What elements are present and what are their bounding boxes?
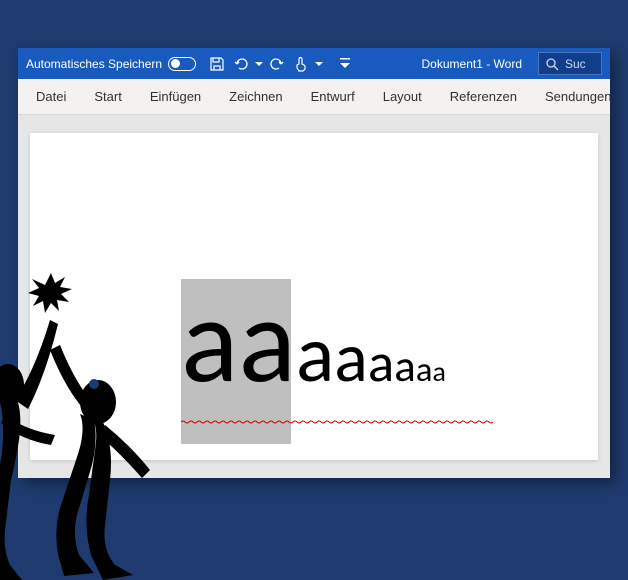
- tab-layout[interactable]: Layout: [369, 79, 436, 114]
- autosave-label: Automatisches Speichern: [26, 57, 162, 71]
- save-icon[interactable]: [206, 53, 228, 75]
- letter: a: [181, 281, 238, 401]
- autosave-toggle[interactable]: Automatisches Speichern: [26, 57, 196, 71]
- ribbon-tabs: Datei Start Einfügen Zeichnen Entwurf La…: [18, 79, 610, 115]
- customize-qat-icon[interactable]: [334, 53, 356, 75]
- quick-access-toolbar: [206, 53, 356, 75]
- word-window: Automatisches Speichern: [18, 48, 610, 478]
- touch-mode-icon[interactable]: [290, 53, 312, 75]
- letter: a: [238, 281, 295, 401]
- undo-dropdown-icon[interactable]: [254, 60, 264, 68]
- tab-sendungen[interactable]: Sendungen: [531, 79, 626, 114]
- letter: a: [394, 344, 416, 389]
- tab-zeichnen[interactable]: Zeichnen: [215, 79, 296, 114]
- search-box[interactable]: Suc: [538, 52, 602, 75]
- titlebar: Automatisches Speichern: [18, 48, 610, 79]
- letter: a: [416, 353, 433, 388]
- letter: a: [296, 315, 334, 395]
- letter: a: [433, 358, 446, 386]
- search-placeholder: Suc: [565, 57, 586, 71]
- tab-start[interactable]: Start: [80, 79, 135, 114]
- document-title: Dokument1 - Word: [422, 57, 522, 71]
- tab-einfuegen[interactable]: Einfügen: [136, 79, 215, 114]
- letter: a: [334, 322, 368, 392]
- letter: a: [368, 335, 394, 390]
- page[interactable]: aaaaaaaa: [30, 133, 598, 460]
- text-content[interactable]: aaaaaaaa: [181, 281, 446, 401]
- touch-dropdown-icon[interactable]: [314, 60, 324, 68]
- search-icon: [545, 57, 559, 71]
- undo-icon[interactable]: [230, 53, 252, 75]
- toggle-switch[interactable]: [168, 57, 196, 71]
- tab-entwurf[interactable]: Entwurf: [297, 79, 369, 114]
- document-viewport: aaaaaaaa: [18, 115, 610, 478]
- redo-icon[interactable]: [266, 53, 288, 75]
- tab-datei[interactable]: Datei: [22, 79, 80, 114]
- tab-referenzen[interactable]: Referenzen: [436, 79, 531, 114]
- spellcheck-underline: [181, 420, 493, 424]
